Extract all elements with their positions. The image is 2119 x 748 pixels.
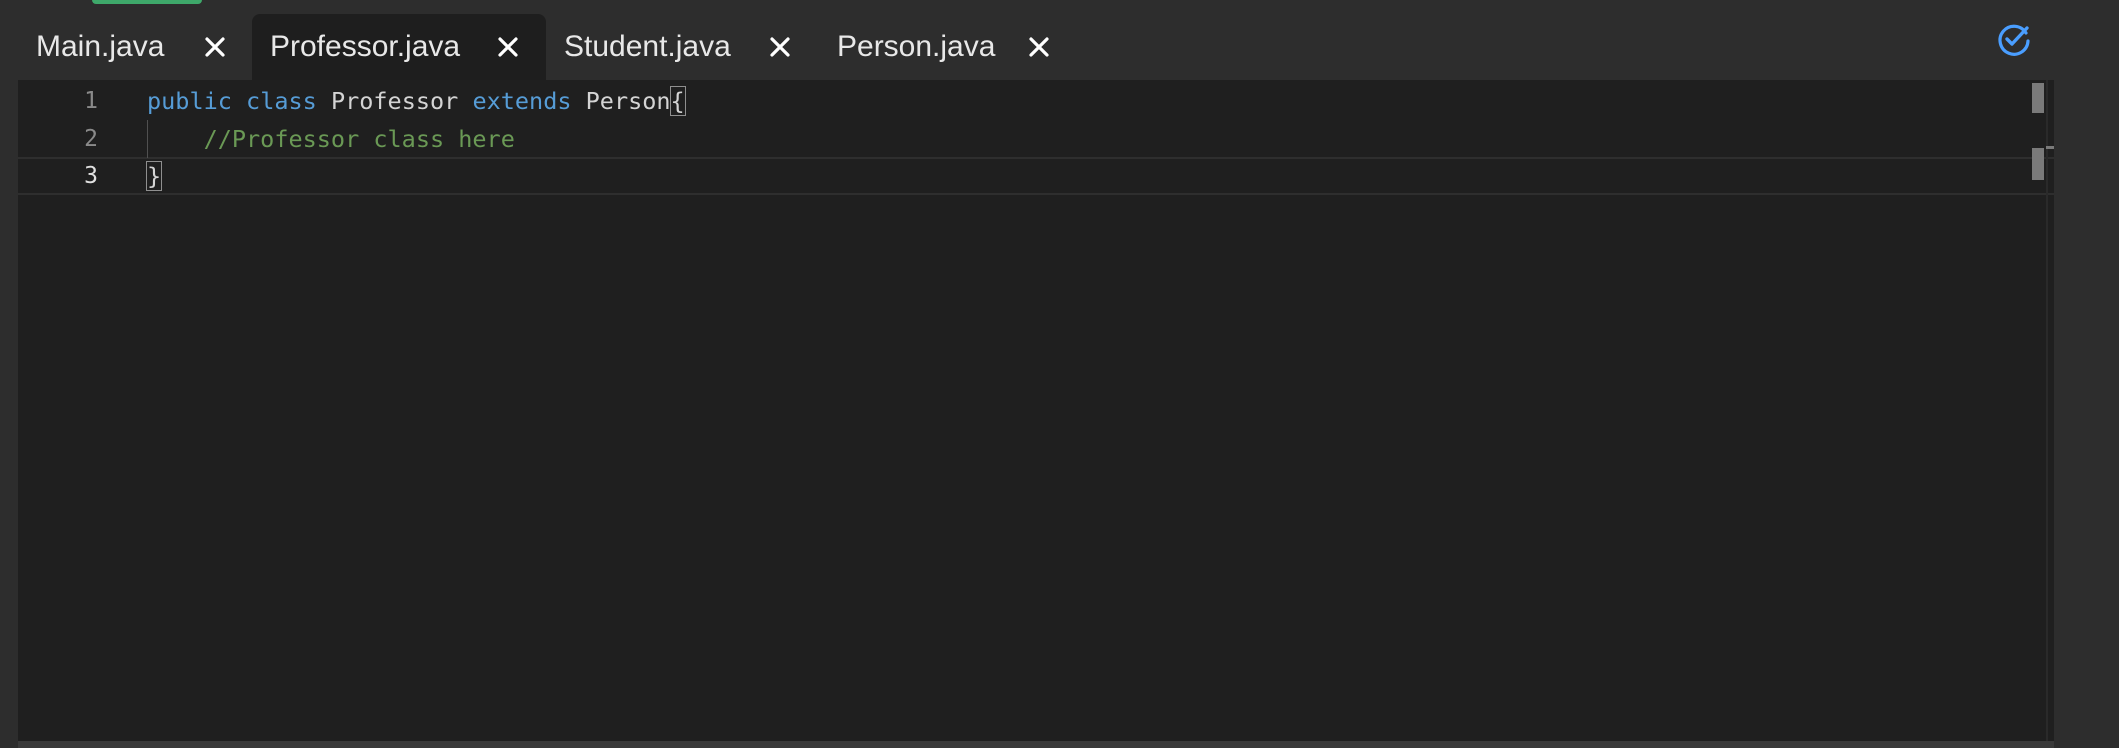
line-number: 1 (84, 88, 98, 114)
close-icon[interactable] (1026, 34, 1052, 60)
code-line-1[interactable]: public class Professor extends Person{ (147, 82, 686, 120)
tab-professor-java[interactable]: Professor.java (252, 14, 546, 80)
code-line-2[interactable]: //Professor class here (147, 120, 515, 158)
horizontal-scrollbar[interactable] (18, 741, 2054, 748)
bracket-match: } (145, 161, 163, 191)
accent-indicator (92, 0, 202, 4)
tab-main-java[interactable]: Main.java (36, 14, 236, 80)
bracket-match: { (669, 86, 686, 116)
tab-bar: Main.java Professor.java Student.java Pe… (0, 0, 2119, 80)
tab-person-java[interactable]: Person.java (837, 14, 1067, 80)
close-icon[interactable] (767, 34, 793, 60)
line-number: 3 (84, 163, 98, 189)
current-line-highlight (18, 157, 2054, 195)
keyword: extends (472, 87, 572, 115)
close-icon[interactable] (202, 34, 228, 60)
tab-student-java[interactable]: Student.java (564, 14, 804, 80)
keyword: public (147, 87, 232, 115)
scrollbar-thumb[interactable] (2032, 83, 2044, 113)
line-number: 2 (84, 126, 98, 152)
right-panel (2054, 80, 2119, 748)
code-editor[interactable]: 1 2 3 public class Professor extends Per… (18, 80, 2072, 744)
parent-class-name: Person (585, 87, 671, 115)
tab-label: Person.java (837, 30, 996, 63)
close-icon[interactable] (495, 34, 521, 60)
tab-label: Student.java (564, 30, 731, 63)
vertical-scrollbar[interactable] (2046, 80, 2048, 744)
comment: //Professor class here (203, 125, 515, 153)
cursor-position-marker (2032, 148, 2044, 180)
tab-label: Professor.java (270, 30, 461, 63)
tab-label: Main.java (36, 30, 165, 63)
code-line-3[interactable]: } (145, 157, 163, 195)
check-sync-icon[interactable] (1995, 20, 2033, 58)
editor-window: Main.java Professor.java Student.java Pe… (0, 0, 2119, 748)
keyword: class (246, 87, 317, 115)
class-name: Professor (330, 87, 459, 115)
